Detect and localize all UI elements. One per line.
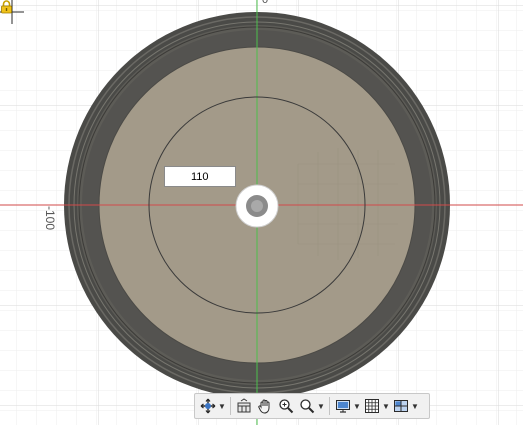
look-at-tool[interactable] (234, 395, 254, 417)
fit-zoom-dropdown-chevron-icon[interactable]: ▼ (317, 396, 325, 416)
fit-zoom-tool[interactable]: ▼ (297, 395, 325, 417)
viewports-dropdown-chevron-icon[interactable]: ▼ (411, 396, 419, 416)
viewports-tool[interactable]: ▼ (391, 395, 419, 417)
sketch-canvas[interactable]: 0 -100 (0, 0, 523, 425)
toolbar-separator (329, 397, 330, 415)
viewports-icon[interactable] (391, 396, 411, 416)
dimension-value-input[interactable] (164, 166, 236, 187)
padlock-icon[interactable] (0, 0, 13, 14)
zoom-tool[interactable] (276, 395, 296, 417)
orbit-dropdown-chevron-icon[interactable]: ▼ (218, 396, 226, 416)
display-settings-dropdown-chevron-icon[interactable]: ▼ (353, 396, 361, 416)
grid-snaps-tool[interactable]: ▼ (362, 395, 390, 417)
fit-zoom-icon[interactable] (297, 396, 317, 416)
pan-tool[interactable] (255, 395, 275, 417)
center-boss-inner (251, 200, 263, 212)
orbit-icon[interactable] (198, 396, 218, 416)
toolbar-separator (230, 397, 231, 415)
axis-label-top: 0 (261, 0, 269, 6)
canvas-graphics (0, 0, 523, 425)
display-settings-icon[interactable] (333, 396, 353, 416)
look-at-icon[interactable] (234, 396, 254, 416)
orbit-tool[interactable]: ▼ (198, 395, 226, 417)
grid-snaps-icon[interactable] (362, 396, 382, 416)
axis-label-left: -100 (43, 206, 57, 231)
grid-snaps-dropdown-chevron-icon[interactable]: ▼ (382, 396, 390, 416)
navigation-toolbar: ▼ ▼ ▼ ▼ ▼ (194, 393, 430, 419)
pan-hand-icon[interactable] (255, 396, 275, 416)
display-settings-tool[interactable]: ▼ (333, 395, 361, 417)
zoom-icon[interactable] (276, 396, 296, 416)
